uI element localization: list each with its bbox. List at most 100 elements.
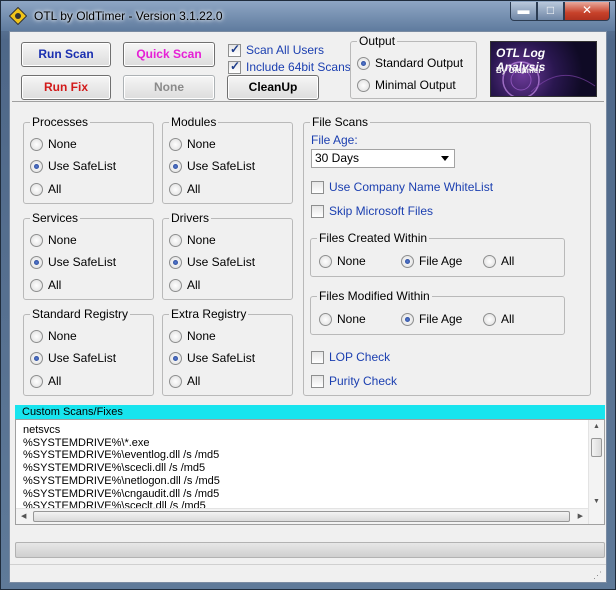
maximize-button[interactable]: □ (537, 2, 564, 21)
radio-label: Use SafeList (187, 351, 256, 365)
custom-line: %SYSTEMDRIVE%\netlogon.dll /s /md5 (23, 474, 220, 487)
radio-label: None (48, 137, 77, 151)
std-registry-none-radio[interactable]: None (30, 329, 77, 343)
radio-label: Use SafeList (48, 351, 117, 365)
radio-dot (319, 312, 332, 326)
close-button[interactable]: ✕ (564, 2, 610, 21)
skip-microsoft-checkbox[interactable]: Skip Microsoft Files (311, 204, 433, 218)
processes-none-radio[interactable]: None (30, 137, 77, 151)
file-age-value: 30 Days (315, 151, 360, 165)
radio-label: Use SafeList (187, 255, 256, 269)
custom-line: netsvcs (23, 424, 61, 436)
modules-all-radio[interactable]: All (169, 182, 200, 196)
logo-subtitle: By Oldtimer (496, 66, 542, 75)
created-file-age-radio[interactable]: File Age (401, 254, 462, 268)
vertical-scrollbar[interactable]: ▲ ▼ (588, 420, 604, 524)
custom-scans-textarea[interactable]: netsvcs %SYSTEMDRIVE%\*.exe %SYSTEMDRIVE… (15, 419, 605, 525)
progress-bar (15, 542, 605, 558)
scroll-down-icon[interactable]: ▼ (593, 498, 600, 505)
horizontal-scrollbar[interactable]: ◀ ▶ (16, 508, 588, 524)
lop-check-checkbox[interactable]: LOP Check (311, 350, 390, 364)
radio-label: All (187, 278, 201, 292)
files-modified-group: Files Modified Within None File Age All (310, 289, 565, 335)
radio-dot (169, 278, 182, 292)
app-gear-icon (9, 7, 27, 25)
standard-output-radio[interactable]: Standard Output (357, 56, 463, 70)
client-area: Run Scan Quick Scan Run Fix None CleanUp… (9, 31, 607, 583)
created-all-radio[interactable]: All (483, 254, 514, 268)
radio-dot (169, 233, 182, 247)
file-age-dropdown[interactable]: 30 Days (311, 149, 455, 168)
horizontal-scroll-thumb[interactable] (33, 511, 570, 522)
processes-group: Processes None Use SafeList All (23, 115, 154, 204)
std-registry-safelist-radio[interactable]: Use SafeList (30, 351, 116, 365)
extra-registry-all-radio[interactable]: All (169, 374, 200, 388)
scroll-left-icon[interactable]: ◀ (21, 512, 26, 520)
services-safelist-radio[interactable]: Use SafeList (30, 255, 116, 269)
radio-dot (169, 137, 182, 151)
radio-dot (401, 312, 414, 326)
services-none-radio[interactable]: None (30, 233, 77, 247)
vertical-scroll-thumb[interactable] (591, 438, 602, 457)
minimal-output-radio[interactable]: Minimal Output (357, 78, 456, 92)
file-age-label: File Age: (311, 133, 358, 147)
std-registry-all-radio[interactable]: All (30, 374, 61, 388)
drivers-safelist-radio[interactable]: Use SafeList (169, 255, 255, 269)
services-label: Services (30, 211, 81, 225)
output-label: Output (357, 34, 398, 48)
radio-label: None (337, 312, 366, 326)
run-fix-button[interactable]: Run Fix (21, 75, 111, 100)
checkbox-box (311, 374, 324, 388)
file-scans-label: File Scans (310, 115, 371, 129)
radio-dot (30, 278, 43, 292)
otl-logo: OTL Log Analysis By Oldtimer (490, 41, 597, 97)
modules-safelist-radio[interactable]: Use SafeList (169, 159, 255, 173)
checkbox-box (228, 42, 241, 57)
scroll-right-icon[interactable]: ▶ (578, 512, 583, 520)
radio-label: Use SafeList (187, 159, 256, 173)
none-button[interactable]: None (123, 75, 215, 100)
checkbox-box (311, 350, 324, 364)
scan-all-users-checkbox[interactable]: Scan All Users (228, 42, 324, 57)
created-none-radio[interactable]: None (319, 254, 366, 268)
radio-dot (30, 351, 43, 365)
processes-safelist-radio[interactable]: Use SafeList (30, 159, 116, 173)
radio-dot (357, 56, 370, 70)
purity-check-checkbox[interactable]: Purity Check (311, 374, 397, 388)
checkbox-box (228, 59, 241, 74)
radio-label: None (48, 329, 77, 343)
modified-file-age-radio[interactable]: File Age (401, 312, 462, 326)
resize-grip-icon[interactable]: ⋰ (593, 570, 603, 580)
quick-scan-button[interactable]: Quick Scan (123, 42, 215, 67)
extra-registry-safelist-radio[interactable]: Use SafeList (169, 351, 255, 365)
modules-none-radio[interactable]: None (169, 137, 216, 151)
radio-label: Use SafeList (48, 159, 117, 173)
cleanup-button[interactable]: CleanUp (227, 75, 319, 100)
scroll-up-icon[interactable]: ▲ (593, 423, 600, 430)
processes-all-radio[interactable]: All (30, 182, 61, 196)
custom-line: %SYSTEMDRIVE%\cngaudit.dll /s /md5 (23, 487, 220, 500)
drivers-none-radio[interactable]: None (169, 233, 216, 247)
title-bar[interactable]: OTL by OldTimer - Version 3.1.22.0 ▬ □ ✕ (1, 1, 615, 31)
drivers-label: Drivers (169, 211, 211, 225)
minimize-button[interactable]: ▬ (510, 2, 537, 21)
extra-registry-none-radio[interactable]: None (169, 329, 216, 343)
drivers-all-radio[interactable]: All (169, 278, 200, 292)
radio-dot (169, 255, 182, 269)
extra-registry-label: Extra Registry (169, 307, 249, 321)
purity-check-label: Purity Check (329, 374, 398, 388)
services-all-radio[interactable]: All (30, 278, 61, 292)
checkbox-box (311, 204, 324, 218)
modules-label: Modules (169, 115, 219, 129)
modified-none-radio[interactable]: None (319, 312, 366, 326)
radio-dot (401, 254, 414, 268)
modified-all-radio[interactable]: All (483, 312, 514, 326)
company-whitelist-checkbox[interactable]: Use Company Name WhiteList (311, 180, 493, 194)
run-scan-button[interactable]: Run Scan (21, 42, 111, 67)
drivers-group: Drivers None Use SafeList All (162, 211, 293, 300)
status-bar: ⋰ (10, 564, 606, 583)
radio-label: All (48, 278, 62, 292)
radio-label: All (48, 182, 62, 196)
radio-dot (30, 374, 43, 388)
include-64bit-checkbox[interactable]: Include 64bit Scans (228, 59, 351, 74)
